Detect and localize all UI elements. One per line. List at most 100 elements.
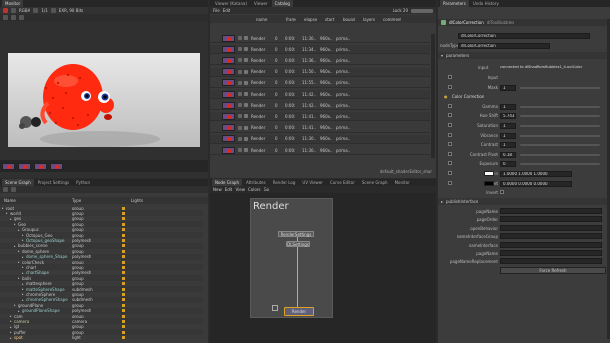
tag-icon[interactable] <box>244 58 248 63</box>
row-thumbnail[interactable] <box>222 146 235 154</box>
tab-viewer-katana[interactable]: Viewer (Katana) <box>212 0 250 7</box>
expand-arrow-icon[interactable]: ▸ <box>10 319 12 323</box>
filter-button[interactable] <box>411 8 433 13</box>
row-thumbnail[interactable] <box>222 56 235 64</box>
sg-flag-icon[interactable] <box>122 276 125 280</box>
row-thumbnail[interactable] <box>222 124 235 132</box>
sg-flag-icon[interactable] <box>122 238 125 242</box>
col-elapsed[interactable]: elapsed <box>304 17 317 22</box>
sg-flag-icon[interactable] <box>122 222 125 226</box>
param-toggle[interactable] <box>448 151 452 156</box>
collapse-icon[interactable]: ● <box>444 94 448 99</box>
tab-ng-2[interactable]: Render Log <box>270 179 299 186</box>
col-frame[interactable]: frame <box>286 17 296 22</box>
sg-flag-icon[interactable] <box>122 233 125 237</box>
settings-icon[interactable] <box>3 187 8 192</box>
eye-icon[interactable] <box>238 69 242 74</box>
tag-icon[interactable] <box>244 136 248 141</box>
expand-arrow-icon[interactable]: ▸ <box>22 298 24 302</box>
menu-edit[interactable]: Edit <box>223 8 231 13</box>
input-connection[interactable]: connected to dlShadRomBubbles1_4.outColo… <box>500 65 582 69</box>
catalog-row[interactable]: Render 0 0:00: 11:41.. 960x.. prima.. <box>210 112 430 122</box>
grid-icon[interactable] <box>11 15 16 20</box>
sg-flag-icon[interactable] <box>122 303 125 307</box>
param-slider[interactable] <box>520 105 600 108</box>
info-icon[interactable] <box>19 15 24 20</box>
tag-icon[interactable] <box>244 148 248 152</box>
tag-icon[interactable] <box>244 80 248 85</box>
param-toggle[interactable] <box>448 103 452 108</box>
col-sg-lights[interactable]: Lights <box>131 198 143 203</box>
sg-flag-icon[interactable] <box>122 228 125 232</box>
catalog-row[interactable]: Render 0 0:00: 11:41.. 960x.. prima.. <box>210 124 430 133</box>
node-render-small[interactable] <box>272 305 278 311</box>
color-swatch[interactable] <box>484 180 494 186</box>
tag-icon[interactable] <box>244 69 248 74</box>
lock-icon[interactable] <box>3 15 8 20</box>
sg-flag-icon[interactable] <box>122 271 125 275</box>
sg-flag-icon[interactable] <box>122 260 125 264</box>
publish-field[interactable] <box>500 233 602 240</box>
sg-flag-icon[interactable] <box>122 249 125 253</box>
row-thumbnail[interactable] <box>222 79 235 87</box>
col-comment[interactable]: comment <box>383 17 401 22</box>
publish-section[interactable]: ▸ publishInterface <box>438 198 610 205</box>
sg-flag-icon[interactable] <box>122 330 125 334</box>
sg-flag-icon[interactable] <box>122 206 125 210</box>
nodetype-field[interactable]: dlColorCorrection <box>458 43 550 49</box>
channel-icon[interactable] <box>11 8 16 13</box>
tab-python[interactable]: Python <box>73 179 93 186</box>
catalog-scrollbar[interactable] <box>431 34 435 158</box>
eye-icon[interactable] <box>238 125 242 130</box>
catalog-row[interactable]: Render 0 0:00: 11:42.. 960x.. prima.. <box>210 101 430 111</box>
catalog-row[interactable]: Render 0 0:00: 11:30.. 960x.. prima.. <box>210 134 430 144</box>
catalog-row[interactable]: Render 0 0:00: 11:30.. 960x.. prima.. <box>210 34 430 43</box>
publish-field[interactable] <box>500 241 602 248</box>
sg-flag-icon[interactable] <box>122 282 125 286</box>
filter-icon[interactable] <box>11 187 16 192</box>
expand-arrow-icon[interactable]: ▸ <box>18 228 20 232</box>
ng-menu-3[interactable]: Colors <box>248 187 261 192</box>
param-value-field[interactable]: 1 <box>500 123 516 129</box>
publish-field[interactable] <box>500 216 602 223</box>
expand-arrow-icon[interactable]: ▸ <box>22 287 24 291</box>
channel-label[interactable]: RGBA <box>19 8 30 13</box>
expand-arrow-icon[interactable]: ▸ <box>10 325 12 329</box>
param-slider[interactable] <box>520 134 600 137</box>
color-swatch[interactable] <box>484 171 494 176</box>
expand-arrow-icon[interactable]: ▸ <box>22 233 24 237</box>
param-value-field[interactable]: 5.743 <box>500 113 516 120</box>
expand-arrow-icon[interactable]: ▸ <box>22 271 24 275</box>
expand-arrow-icon[interactable]: ▸ <box>22 238 24 242</box>
thumbnail-2[interactable] <box>18 162 31 170</box>
frame-icon[interactable] <box>50 8 56 13</box>
row-thumbnail[interactable] <box>222 45 235 53</box>
param-value-field[interactable]: 0 <box>500 161 516 168</box>
sg-flag-icon[interactable] <box>122 217 125 221</box>
param-toggle[interactable] <box>448 75 452 79</box>
param-toggle[interactable] <box>448 113 452 118</box>
tag-icon[interactable] <box>244 125 248 130</box>
scenegraph-row[interactable]: ▸ spot light <box>0 335 203 341</box>
col-sg-type[interactable]: Type <box>72 198 81 203</box>
param-toggle[interactable] <box>448 123 452 127</box>
eye-icon[interactable] <box>238 36 242 40</box>
expand-arrow-icon[interactable]: ▸ <box>10 217 12 221</box>
expand-arrow-icon[interactable]: ▸ <box>14 303 16 307</box>
expand-arrow-icon[interactable]: ▸ <box>10 330 12 334</box>
expand-arrow-icon[interactable]: ▸ <box>18 309 20 313</box>
tag-icon[interactable] <box>244 103 248 108</box>
expand-arrow-icon[interactable]: ▸ <box>22 265 24 269</box>
publish-field[interactable] <box>500 250 602 256</box>
col-sg-name[interactable]: Name <box>4 198 16 203</box>
eye-icon[interactable] <box>238 92 242 96</box>
param-value-field[interactable]: 1 <box>500 142 516 149</box>
expand-arrow-icon[interactable]: ▸ <box>10 336 12 340</box>
sg-flag-icon[interactable] <box>122 265 125 269</box>
col-layers[interactable]: layers <box>363 17 375 22</box>
param-value-field[interactable]: 1 <box>500 132 516 139</box>
catalog-row[interactable]: Render 0 0:00: 11:34.. 960x.. prima.. <box>210 45 430 55</box>
param-slider[interactable] <box>520 86 600 89</box>
param-value-field[interactable]: 0.18 <box>500 151 516 158</box>
eye-icon[interactable] <box>238 103 242 108</box>
